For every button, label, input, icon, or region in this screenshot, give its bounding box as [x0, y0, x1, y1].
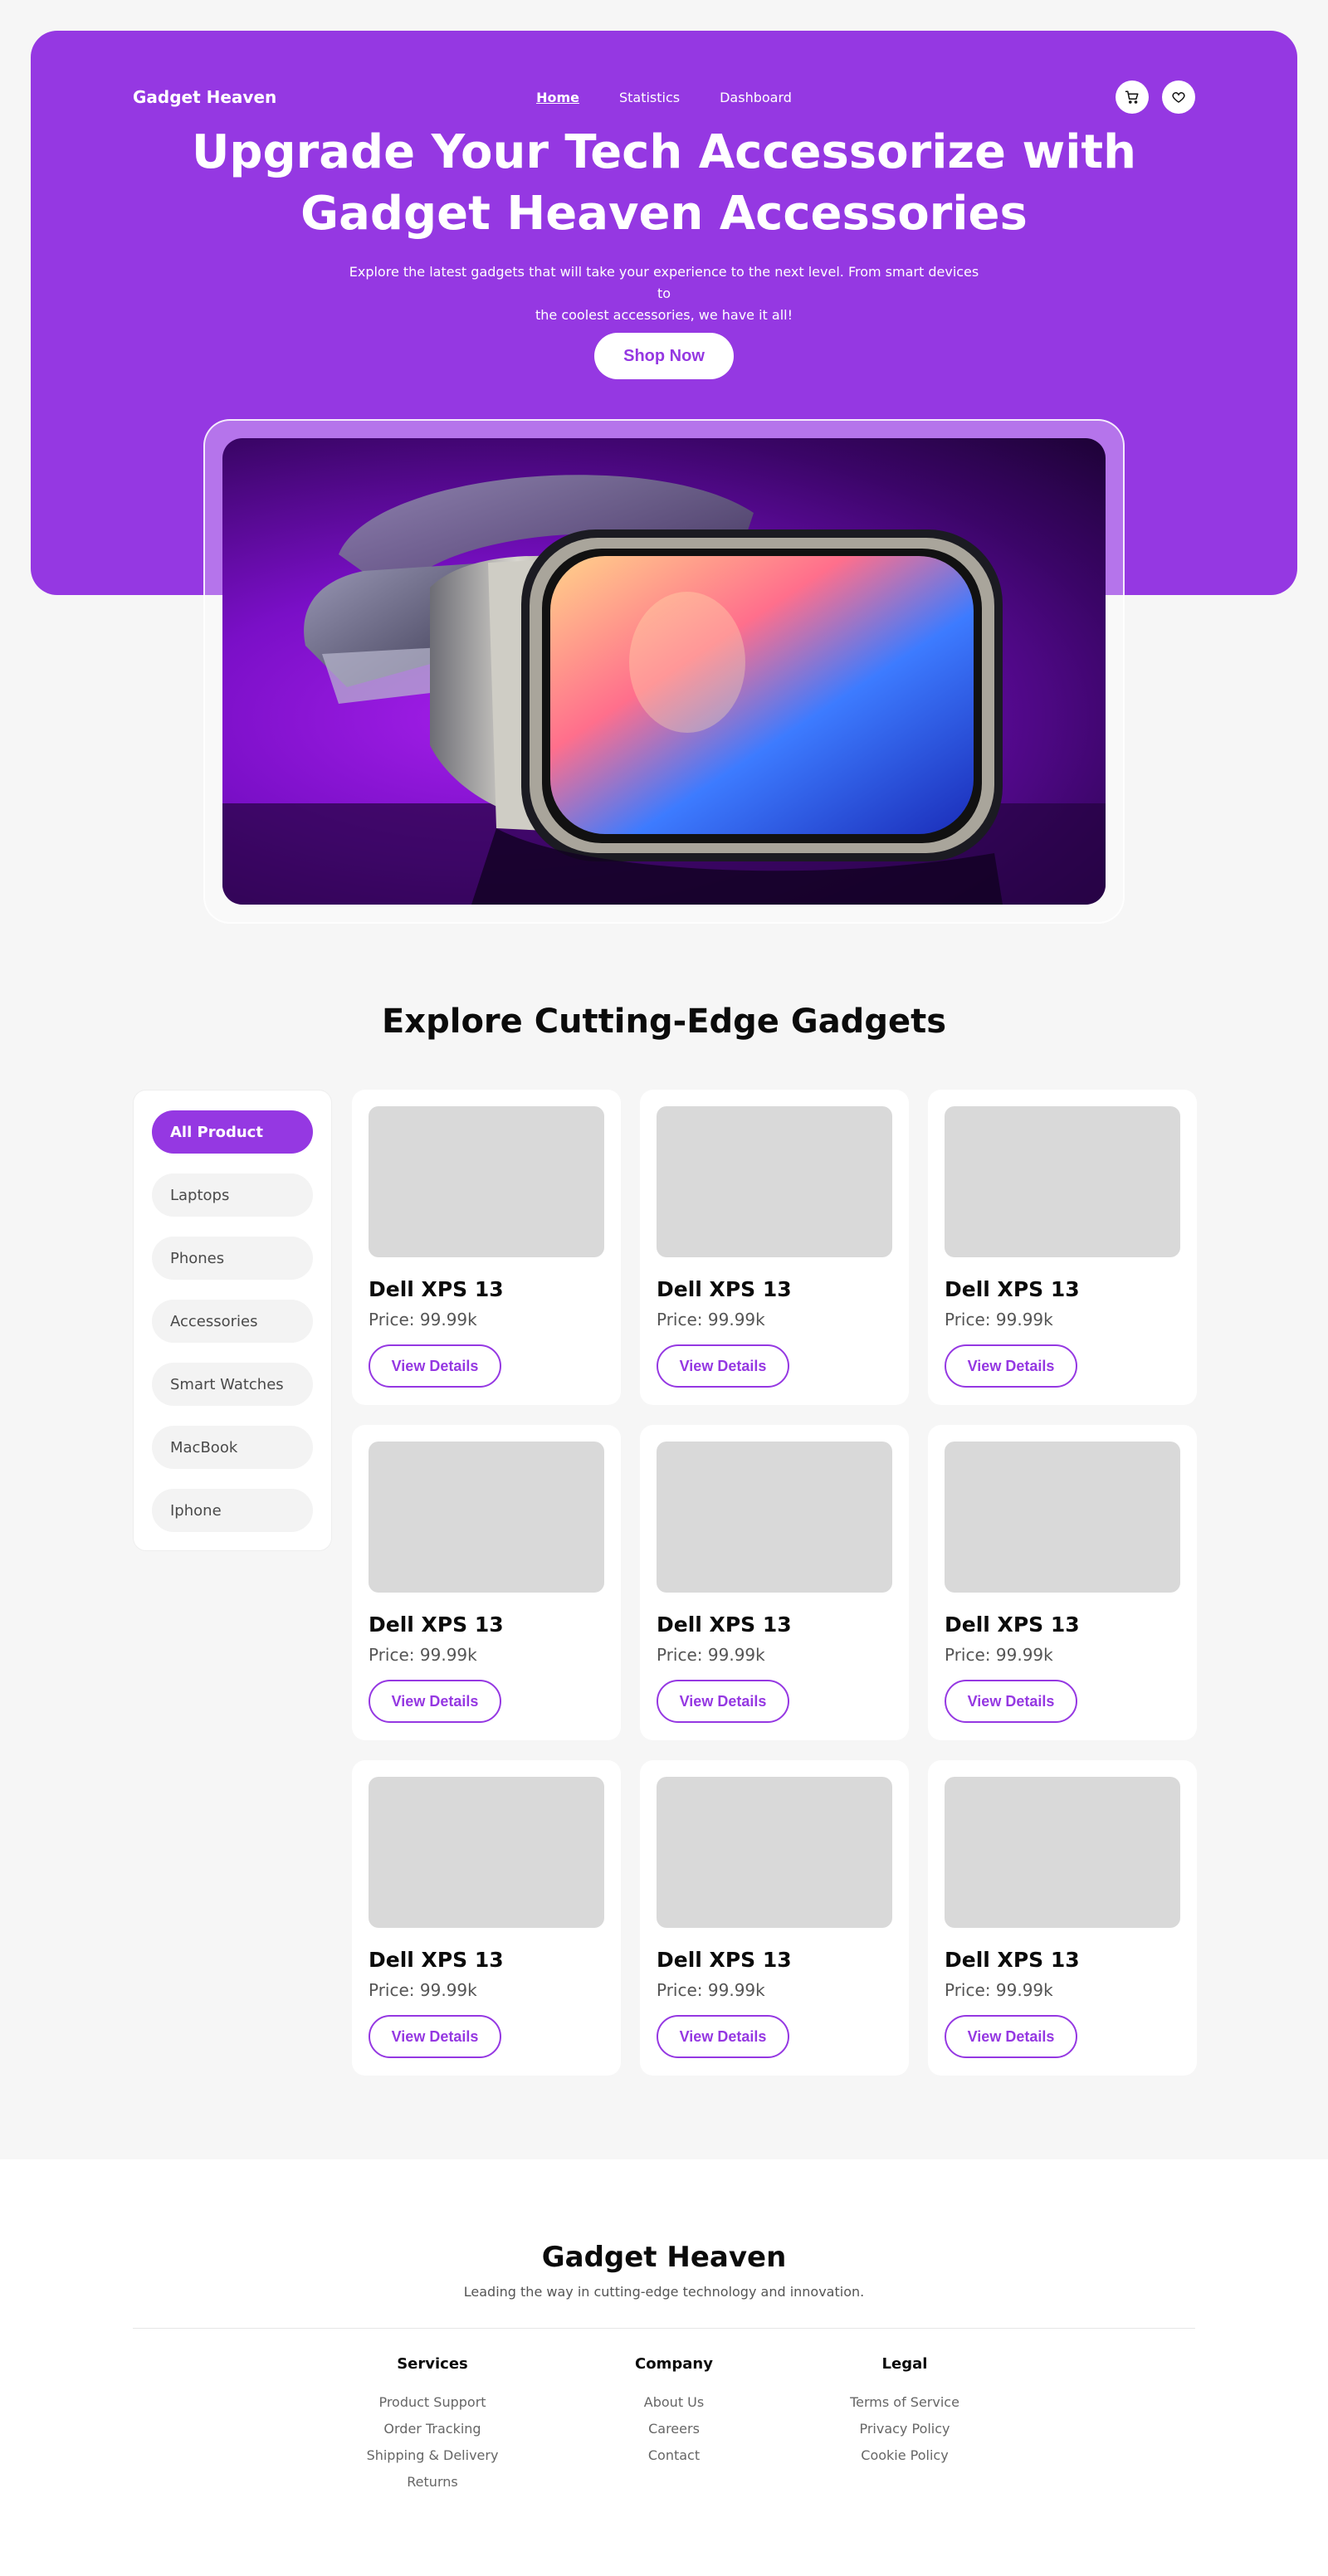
footer-column-title: Company — [635, 2355, 713, 2373]
wishlist-button[interactable] — [1161, 80, 1195, 114]
nav-icons — [946, 80, 1195, 114]
cart-button[interactable] — [1115, 80, 1149, 114]
product-name: Dell XPS 13 — [945, 1277, 1080, 1301]
cart-icon — [1125, 90, 1139, 104]
category-phones[interactable]: Phones — [152, 1237, 313, 1280]
product-card: Dell XPS 13 Price: 99.99k View Details — [928, 1760, 1197, 2076]
footer-link-careers[interactable]: Careers — [574, 2416, 774, 2442]
footer-column-company: Company About Us Careers Contact — [574, 2355, 774, 2469]
product-image-placeholder — [657, 1777, 892, 1928]
product-price: Price: 99.99k — [657, 1310, 765, 1329]
view-details-button[interactable]: View Details — [657, 1344, 789, 1388]
hero-subtitle: Explore the latest gadgets that will tak… — [349, 264, 979, 323]
view-details-button[interactable]: View Details — [657, 2015, 789, 2058]
product-image-placeholder — [657, 1106, 892, 1257]
product-card: Dell XPS 13 Price: 99.99k View Details — [352, 1425, 621, 1740]
product-image-placeholder — [945, 1777, 1180, 1928]
footer-column-legal: Legal Terms of Service Privacy Policy Co… — [805, 2355, 1004, 2469]
footer-link-cookie-policy[interactable]: Cookie Policy — [805, 2442, 1004, 2469]
product-price: Price: 99.99k — [945, 1980, 1053, 2000]
product-price: Price: 99.99k — [945, 1310, 1053, 1329]
product-image-placeholder — [369, 1442, 604, 1593]
footer: Gadget Heaven Leading the way in cutting… — [0, 2159, 1328, 2576]
product-card: Dell XPS 13 Price: 99.99k View Details — [928, 1425, 1197, 1740]
nav-link-dashboard[interactable]: Dashboard — [720, 90, 792, 105]
product-price: Price: 99.99k — [657, 1980, 765, 2000]
footer-link-order-tracking[interactable]: Order Tracking — [333, 2416, 532, 2442]
nav-link-statistics[interactable]: Statistics — [619, 90, 680, 105]
product-name: Dell XPS 13 — [945, 1948, 1080, 1972]
view-details-button[interactable]: View Details — [369, 1344, 501, 1388]
product-card: Dell XPS 13 Price: 99.99k View Details — [640, 1760, 909, 2076]
product-image-placeholder — [369, 1106, 604, 1257]
footer-link-product-support[interactable]: Product Support — [333, 2389, 532, 2416]
product-card: Dell XPS 13 Price: 99.99k View Details — [640, 1425, 909, 1740]
product-price: Price: 99.99k — [369, 1310, 477, 1329]
footer-link-returns[interactable]: Returns — [333, 2469, 532, 2496]
product-card: Dell XPS 13 Price: 99.99k View Details — [928, 1090, 1197, 1405]
view-details-button[interactable]: View Details — [945, 2015, 1077, 2058]
view-details-button[interactable]: View Details — [945, 1680, 1077, 1723]
product-image-placeholder — [945, 1442, 1180, 1593]
footer-link-shipping-delivery[interactable]: Shipping & Delivery — [333, 2442, 532, 2469]
product-card: Dell XPS 13 Price: 99.99k View Details — [352, 1090, 621, 1405]
product-name: Dell XPS 13 — [657, 1277, 792, 1301]
product-image-placeholder — [369, 1777, 604, 1928]
product-price: Price: 99.99k — [369, 1980, 477, 2000]
view-details-button[interactable]: View Details — [369, 2015, 501, 2058]
product-price: Price: 99.99k — [657, 1645, 765, 1665]
nav-link-home[interactable]: Home — [536, 90, 579, 105]
footer-divider — [133, 2328, 1195, 2329]
footer-link-about-us[interactable]: About Us — [574, 2389, 774, 2416]
product-name: Dell XPS 13 — [657, 1612, 792, 1637]
product-price: Price: 99.99k — [369, 1645, 477, 1665]
footer-column-services: Services Product Support Order Tracking … — [333, 2355, 532, 2496]
product-price: Price: 99.99k — [945, 1645, 1053, 1665]
category-macbook[interactable]: MacBook — [152, 1426, 313, 1469]
vr-headset-banner-image — [222, 438, 1106, 905]
product-name: Dell XPS 13 — [369, 1612, 504, 1637]
explore-title: Explore Cutting-Edge Gadgets — [381, 1003, 947, 1041]
product-name: Dell XPS 13 — [369, 1948, 504, 1972]
footer-tagline: Leading the way in cutting-edge technolo… — [463, 2284, 865, 2300]
product-name: Dell XPS 13 — [945, 1612, 1080, 1637]
category-iphone[interactable]: Iphone — [152, 1489, 313, 1532]
brand-logo[interactable]: Gadget Heaven — [133, 87, 382, 107]
product-card: Dell XPS 13 Price: 99.99k View Details — [640, 1090, 909, 1405]
footer-brand: Gadget Heaven — [541, 2241, 787, 2274]
view-details-button[interactable]: View Details — [369, 1680, 501, 1723]
category-accessories[interactable]: Accessories — [152, 1300, 313, 1343]
product-card: Dell XPS 13 Price: 99.99k View Details — [352, 1760, 621, 2076]
category-sidebar: All Product Laptops Phones Accessories S… — [133, 1090, 332, 1551]
footer-link-contact[interactable]: Contact — [574, 2442, 774, 2469]
heart-icon — [1172, 92, 1185, 103]
view-details-button[interactable]: View Details — [657, 1680, 789, 1723]
category-all-product[interactable]: All Product — [152, 1110, 313, 1154]
category-smart-watches[interactable]: Smart Watches — [152, 1363, 313, 1406]
hero-title: Upgrade Your Tech Accessorize with Gadge… — [191, 125, 1137, 241]
shop-now-button[interactable]: Shop Now — [594, 333, 734, 379]
product-image-placeholder — [657, 1442, 892, 1593]
footer-link-terms-of-service[interactable]: Terms of Service — [805, 2389, 1004, 2416]
footer-link-privacy-policy[interactable]: Privacy Policy — [805, 2416, 1004, 2442]
nav-links: Home Statistics Dashboard — [536, 90, 792, 105]
footer-column-title: Services — [397, 2355, 468, 2373]
product-name: Dell XPS 13 — [657, 1948, 792, 1972]
view-details-button[interactable]: View Details — [945, 1344, 1077, 1388]
product-image-placeholder — [945, 1106, 1180, 1257]
category-laptops[interactable]: Laptops — [152, 1173, 313, 1217]
product-name: Dell XPS 13 — [369, 1277, 504, 1301]
footer-column-title: Legal — [881, 2355, 928, 2373]
